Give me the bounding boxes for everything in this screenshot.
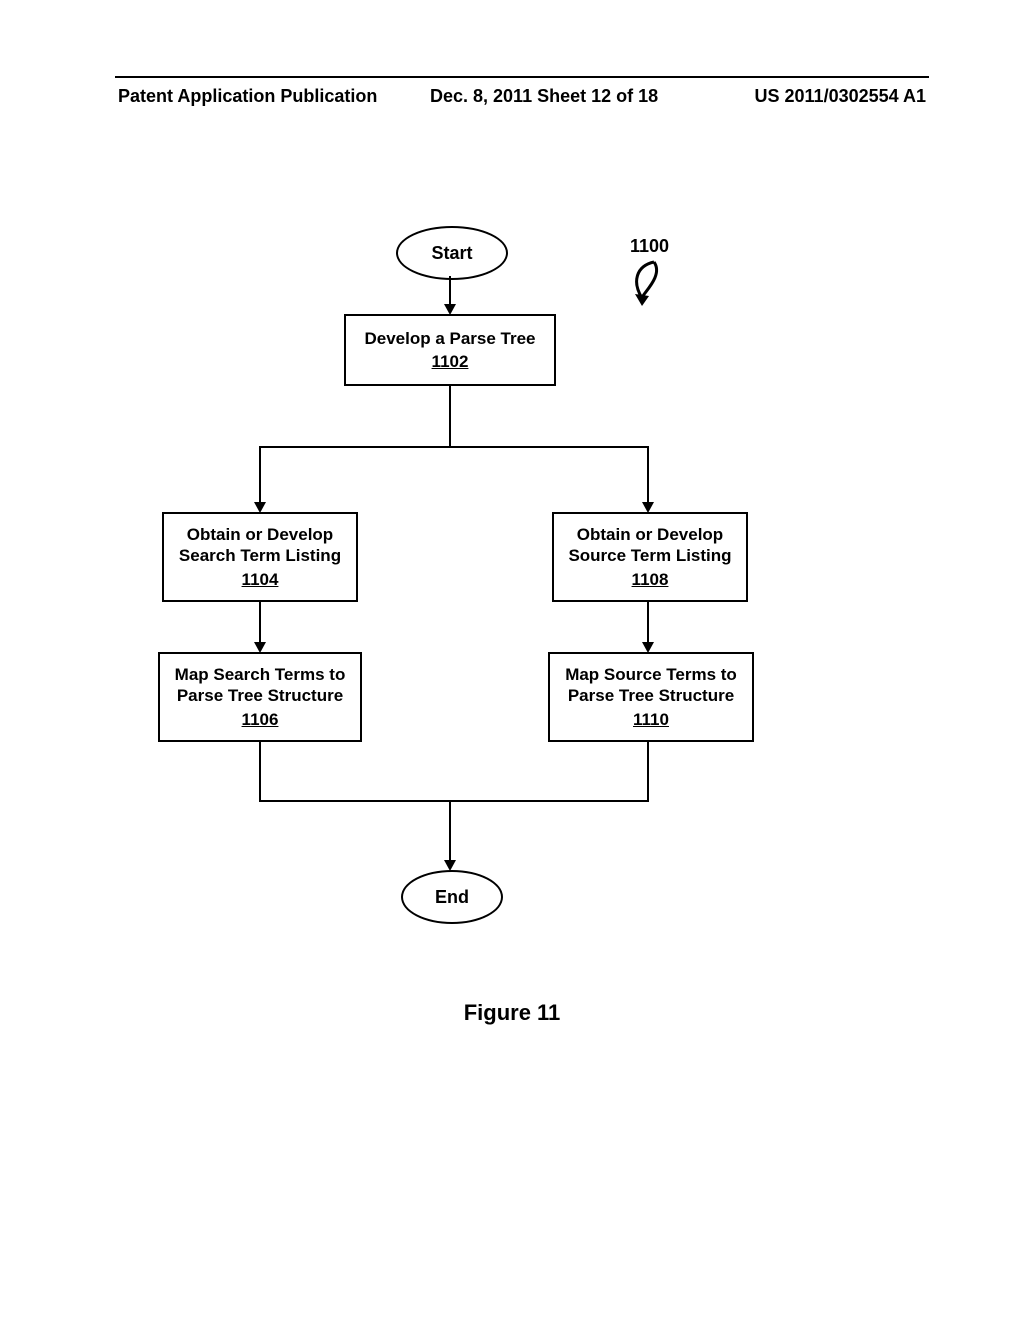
connector	[449, 276, 451, 306]
header-right: US 2011/0302554 A1	[755, 86, 926, 107]
step-title: Develop a Parse Tree	[364, 328, 535, 349]
step-number: 1108	[632, 569, 669, 590]
header-rule	[115, 76, 929, 78]
connector	[647, 602, 649, 644]
connector	[449, 800, 451, 862]
flow-step-1110: Map Source Terms to Parse Tree Structure…	[548, 652, 754, 742]
header-left: Patent Application Publication	[118, 86, 377, 107]
connector	[449, 386, 451, 448]
step-title-line2: Parse Tree Structure	[177, 685, 343, 706]
flow-step-1108: Obtain or Develop Source Term Listing 11…	[552, 512, 748, 602]
connector	[259, 446, 261, 504]
flow-end: End	[401, 870, 503, 924]
step-title-line1: Map Source Terms to	[565, 664, 737, 685]
figure-caption: Figure 11	[0, 1000, 1024, 1026]
flow-start-label: Start	[431, 243, 472, 264]
step-title-line2: Search Term Listing	[179, 545, 341, 566]
connector	[259, 602, 261, 644]
flow-start: Start	[396, 226, 508, 280]
step-number: 1102	[432, 351, 469, 372]
page: Patent Application Publication Dec. 8, 2…	[0, 0, 1024, 1320]
connector	[259, 446, 649, 448]
connector	[259, 742, 261, 802]
flow-end-label: End	[435, 887, 469, 908]
step-title-line1: Obtain or Develop	[577, 524, 723, 545]
flow-step-1106: Map Search Terms to Parse Tree Structure…	[158, 652, 362, 742]
step-number: 1110	[633, 709, 669, 730]
connector	[647, 742, 649, 802]
step-title-line1: Map Search Terms to	[175, 664, 346, 685]
connector	[259, 800, 649, 802]
step-title-line1: Obtain or Develop	[187, 524, 333, 545]
figure-ref-label: 1100	[630, 236, 669, 257]
header-middle: Dec. 8, 2011 Sheet 12 of 18	[430, 86, 658, 107]
connector	[647, 446, 649, 504]
step-number: 1104	[242, 569, 279, 590]
step-number: 1106	[242, 709, 279, 730]
step-title-line2: Parse Tree Structure	[568, 685, 734, 706]
reference-arrow-icon	[624, 258, 664, 314]
step-title-line2: Source Term Listing	[568, 545, 731, 566]
flow-step-1102: Develop a Parse Tree 1102	[344, 314, 556, 386]
flow-step-1104: Obtain or Develop Search Term Listing 11…	[162, 512, 358, 602]
